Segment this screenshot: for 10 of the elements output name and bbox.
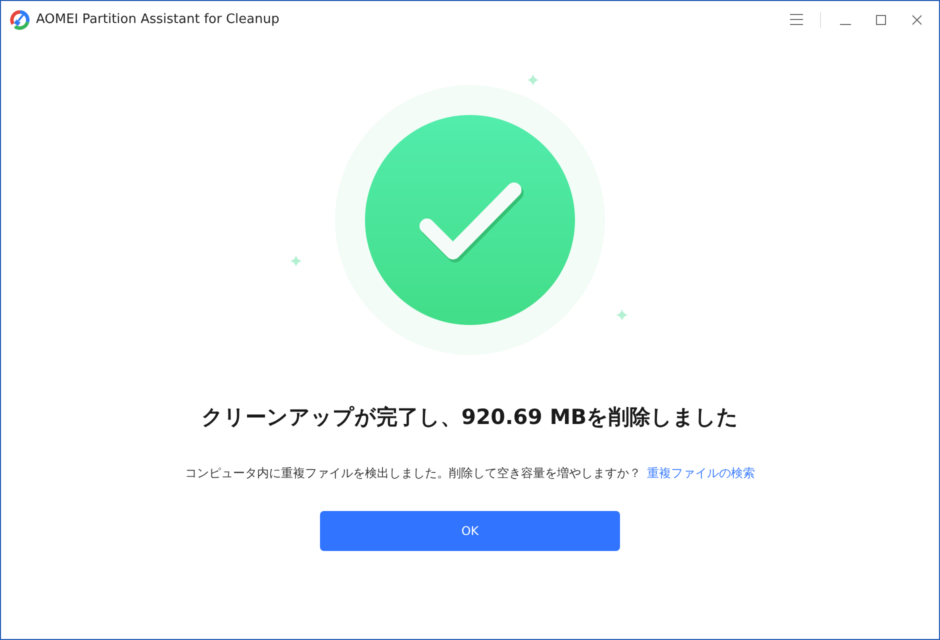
sparkle-icon (527, 74, 539, 86)
app-logo-icon (10, 10, 30, 30)
sparkle-icon (616, 309, 628, 321)
search-link[interactable]: 重複ファイルの検索 (647, 466, 755, 480)
result-heading: クリーンアップが完了し、920.69 MBを削除しました (201, 404, 739, 431)
check-circle-icon (335, 85, 605, 355)
sparkle-icon (290, 255, 302, 267)
ok-button[interactable]: OK (320, 511, 620, 551)
window-title: AOMEI Partition Assistant for Cleanup (36, 10, 280, 29)
prompt-text: コンピュータ内に重複ファイルを検出しました。削除して空き容量を増やしますか？ 重複ファイルの検索 (185, 465, 755, 482)
